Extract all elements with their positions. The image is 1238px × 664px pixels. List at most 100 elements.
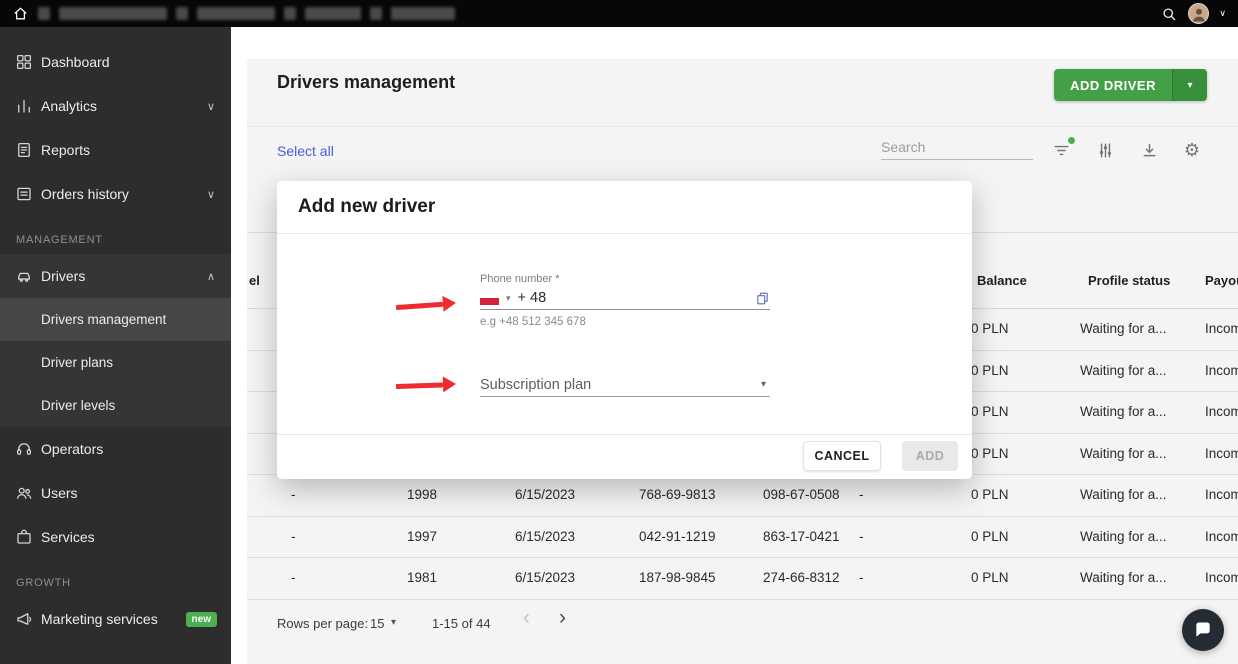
arrow-head <box>442 375 457 393</box>
sidebar-item-services[interactable]: Services <box>0 515 231 559</box>
filter-active-dot <box>1068 137 1075 144</box>
screen: ∨ Dashboard Analytics ∨ Reports Orders h… <box>0 0 1238 664</box>
search-input[interactable] <box>881 137 1033 159</box>
tune-icon[interactable] <box>1093 138 1117 162</box>
cell-profile-status: Waiting for a... <box>1080 487 1167 502</box>
search-icon[interactable] <box>1160 5 1178 23</box>
next-page-button[interactable]: › <box>559 606 566 630</box>
dashboard-icon <box>14 53 33 72</box>
redacted-nav-item[interactable] <box>176 7 188 20</box>
column-header-profile-status: Profile status <box>1088 273 1171 288</box>
caret-down-icon: ▾ <box>760 379 766 390</box>
page-title: Drivers management <box>277 72 456 92</box>
gear-icon[interactable]: ⚙ <box>1180 138 1204 162</box>
sidebar-item-driver-plans[interactable]: Driver plans <box>0 341 231 384</box>
add-button[interactable]: ADD <box>902 441 958 471</box>
cell-id-2: 274-66-8312 <box>763 570 840 585</box>
add-driver-split-button: ADD DRIVER ▾ <box>1054 69 1207 101</box>
cell-year: 1981 <box>407 570 438 585</box>
table-row[interactable]: - 1981 6/15/2023 187-98-9845 274-66-8312… <box>247 558 1238 600</box>
redacted-nav-item[interactable] <box>284 7 296 20</box>
download-icon[interactable] <box>1137 138 1161 162</box>
subscription-plan-select[interactable]: Subscription plan ▾ <box>480 373 770 397</box>
cancel-button[interactable]: CANCEL <box>803 441 881 471</box>
sidebar-item-reports[interactable]: Reports <box>0 128 231 172</box>
sidebar-item-label: Dashboard <box>41 54 110 70</box>
sidebar-item-dashboard[interactable]: Dashboard <box>0 40 231 84</box>
headset-icon <box>14 440 33 459</box>
cell-id-2: 863-17-0421 <box>763 528 840 544</box>
phone-number-input[interactable]: ▾ + 48 <box>480 287 770 310</box>
sidebar-item-marketing-services[interactable]: Marketing services new <box>0 597 231 641</box>
caret-down-icon[interactable]: ▾ <box>506 293 511 304</box>
reports-icon <box>14 141 33 160</box>
rows-per-page-label: Rows per page: <box>277 616 369 631</box>
column-header: el <box>249 273 260 288</box>
cell-date: 6/15/2023 <box>515 528 576 544</box>
select-all-link[interactable]: Select all <box>277 143 334 159</box>
add-new-driver-modal: Add new driver Phone number * ▾ + 48 e.g… <box>277 181 972 479</box>
add-driver-button[interactable]: ADD DRIVER <box>1054 69 1172 101</box>
header-divider <box>247 126 1238 127</box>
add-driver-dropdown-button[interactable]: ▾ <box>1172 69 1207 101</box>
chevron-down-icon[interactable]: ∨ <box>1219 9 1226 18</box>
redacted-nav-item[interactable] <box>305 7 361 20</box>
avatar[interactable] <box>1188 3 1210 24</box>
home-icon[interactable] <box>12 5 29 22</box>
cell-payout: Incomplete <box>1205 445 1238 461</box>
table-row[interactable]: - 1997 6/15/2023 042-91-1219 863-17-0421… <box>247 517 1238 558</box>
sidebar-item-label: Orders history <box>41 186 129 202</box>
sidebar-item-driver-levels[interactable]: Driver levels <box>0 384 231 427</box>
megaphone-icon <box>14 610 33 629</box>
cell-id-2: 098-67-0508 <box>763 487 840 502</box>
sidebar-item-label: Users <box>41 485 78 501</box>
poland-flag-icon[interactable] <box>480 291 499 305</box>
cell-balance: 0 PLN <box>971 404 1009 419</box>
redacted-nav-item[interactable] <box>370 7 382 20</box>
chat-bubble-button[interactable] <box>1182 609 1224 651</box>
rows-per-page-select[interactable]: 15 <box>370 616 384 631</box>
previous-page-button[interactable]: ‹ <box>523 606 530 630</box>
annotation-arrow-subscription <box>395 375 457 394</box>
caret-down-icon: ▾ <box>1187 79 1193 91</box>
sidebar-item-drivers-management[interactable]: Drivers management <box>0 298 231 341</box>
column-header-payout: Payout <box>1205 273 1238 288</box>
orders-history-icon <box>14 185 33 204</box>
modal-footer-divider <box>277 434 972 435</box>
cell-model: - <box>291 570 296 585</box>
sidebar-section-growth: GROWTH <box>16 577 71 589</box>
chat-icon <box>1193 620 1213 640</box>
sidebar-item-analytics[interactable]: Analytics ∨ <box>0 84 231 128</box>
sidebar-item-drivers[interactable]: Drivers ∧ <box>0 254 231 298</box>
modal-title: Add new driver <box>298 196 436 217</box>
dial-code: + 48 <box>517 290 547 306</box>
sidebar-item-users[interactable]: Users <box>0 471 231 515</box>
arrow-shaft <box>395 301 444 310</box>
redacted-nav-item[interactable] <box>38 7 50 20</box>
table-row[interactable]: - 1998 6/15/2023 768-69-9813 098-67-0508… <box>247 475 1238 517</box>
cell-profile-status: Waiting for a... <box>1080 445 1167 461</box>
redacted-nav-item[interactable] <box>197 7 275 20</box>
cell-year: 1998 <box>407 487 438 502</box>
cell-payout: Incomplete <box>1205 528 1238 544</box>
services-icon <box>14 528 33 547</box>
cell-profile-status: Waiting for a... <box>1080 362 1167 378</box>
cell-id-1: 042-91-1219 <box>639 528 716 544</box>
cell-id-1: 187-98-9845 <box>639 570 716 585</box>
subscription-plan-placeholder: Subscription plan <box>480 376 592 393</box>
filter-icon[interactable] <box>1049 137 1075 162</box>
cell-model: - <box>291 528 296 544</box>
caret-down-icon[interactable]: ▾ <box>391 617 396 628</box>
sidebar-group-drivers: Drivers ∧ Drivers management Driver plan… <box>0 254 231 427</box>
sidebar-item-operators[interactable]: Operators <box>0 427 231 471</box>
cell-date: 6/15/2023 <box>515 570 576 585</box>
cell-profile-status: Waiting for a... <box>1080 321 1167 336</box>
cell-profile-status: Waiting for a... <box>1080 404 1167 419</box>
cell-balance: 0 PLN <box>971 528 1009 544</box>
redacted-nav-item[interactable] <box>59 7 167 20</box>
redacted-nav-item[interactable] <box>391 7 455 20</box>
cell-balance: 0 PLN <box>971 445 1009 461</box>
arrow-shaft <box>395 381 444 389</box>
sidebar-item-orders-history[interactable]: Orders history ∨ <box>0 172 231 216</box>
paste-icon[interactable] <box>755 291 770 306</box>
